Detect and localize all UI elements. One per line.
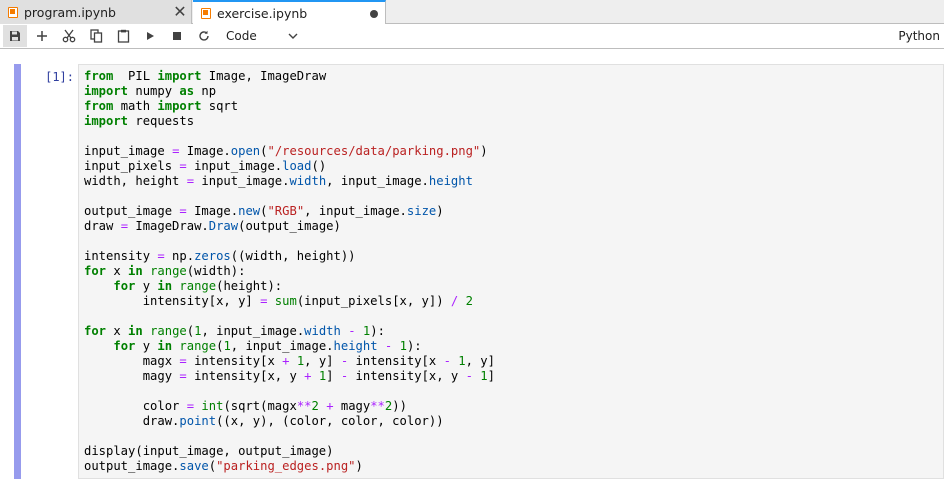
kernel-name[interactable]: Python [898, 24, 940, 48]
code-line: display(input_image, output_image) [84, 444, 334, 458]
save-icon [10, 31, 20, 41]
code-line: input_image = Image.open("/resources/dat… [84, 144, 488, 158]
code-line: color = int(sqrt(magx**2 + magy**2)) [84, 399, 407, 413]
code-editor[interactable]: from PIL import Image, ImageDraw import n… [78, 64, 944, 479]
add-cell-button[interactable] [30, 25, 54, 47]
notebook-toolbar: Code Python [0, 24, 944, 49]
code-content[interactable]: from PIL import Image, ImageDraw import n… [84, 69, 495, 474]
code-line: output_image = Image.new("RGB", input_im… [84, 204, 444, 218]
cell-type-select[interactable]: Code [220, 25, 298, 47]
notebook-icon [8, 6, 18, 18]
code-line: import numpy as np [84, 84, 217, 98]
run-button[interactable] [138, 25, 162, 47]
add-cell-icon [37, 31, 47, 41]
code-line: draw = ImageDraw.Draw(output_image) [84, 219, 341, 233]
tab-program[interactable]: program.ipynb ✕ [0, 0, 192, 24]
code-line: for x in range(width): [84, 264, 246, 278]
code-line: intensity[x, y] = sum(input_pixels[x, y]… [84, 294, 473, 308]
notebook-icon [201, 8, 211, 19]
run-icon [147, 32, 154, 40]
tab-bar: program.ipynb ✕ exercise.ipynb [0, 0, 944, 25]
cell-type-value: Code [226, 29, 257, 43]
code-line: from PIL import Image, ImageDraw [84, 69, 327, 83]
tab-label: program.ipynb [24, 4, 116, 20]
code-line: intensity = np.zeros((width, height)) [84, 249, 356, 263]
tab-exercise[interactable]: exercise.ipynb [193, 0, 386, 25]
cut-icon [62, 29, 76, 43]
code-line: for x in range(1, input_image.width - 1)… [84, 324, 385, 338]
stop-button[interactable] [165, 25, 189, 47]
code-line: for y in range(1, input_image.height - 1… [113, 339, 422, 353]
code-line: for y in range(height): [113, 279, 283, 293]
restart-icon [199, 30, 209, 41]
paste-icon [117, 29, 129, 43]
code-line: input_pixels = input_image.load() [84, 159, 327, 173]
save-button[interactable] [3, 25, 27, 47]
code-line: from math import sqrt [84, 99, 239, 113]
tab-label: exercise.ipynb [217, 6, 308, 21]
stop-icon [173, 32, 181, 40]
cut-button[interactable] [57, 25, 81, 47]
close-icon[interactable]: ✕ [169, 4, 191, 20]
code-line: import requests [84, 114, 195, 128]
copy-icon [89, 29, 102, 43]
chevron-down-icon [288, 33, 298, 39]
code-line: magy = intensity[x, y + 1] - intensity[x… [84, 369, 495, 383]
code-line: output_image.save("parking_edges.png") [84, 459, 363, 473]
active-cell-indicator [14, 64, 21, 479]
code-line: draw.point((x, y), (color, color, color)… [84, 414, 444, 428]
code-line: magx = intensity[x + 1, y] - intensity[x… [84, 354, 495, 368]
unsaved-indicator-icon[interactable] [363, 9, 385, 18]
paste-button[interactable] [111, 25, 135, 47]
execution-count: [1]: [45, 70, 74, 84]
copy-button[interactable] [84, 25, 108, 47]
code-line: width, height = input_image.width, input… [84, 174, 473, 188]
restart-button[interactable] [192, 25, 216, 47]
